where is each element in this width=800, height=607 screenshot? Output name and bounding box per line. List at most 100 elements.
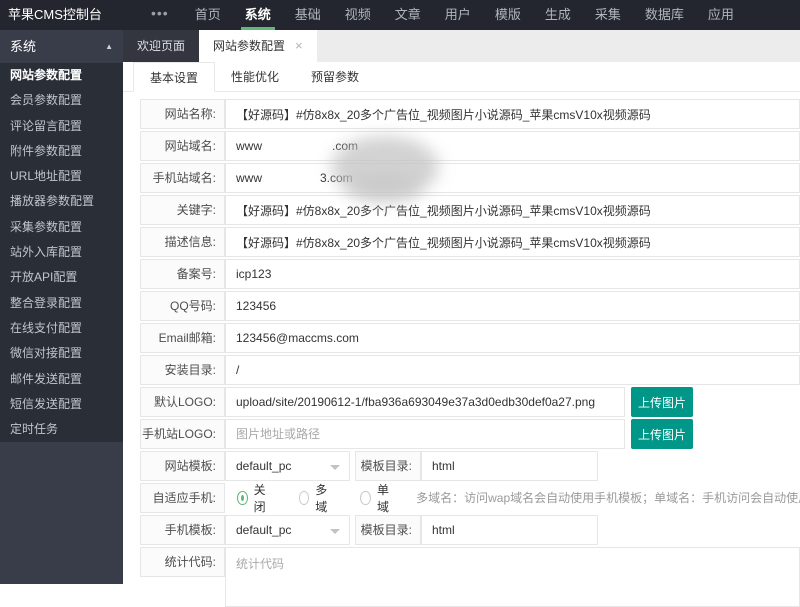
subtab-performance[interactable]: 性能优化 <box>215 62 295 91</box>
qq-input[interactable] <box>225 291 800 321</box>
site-template-label: 网站模板: <box>140 451 225 481</box>
site-domain-input[interactable]: www .com <box>225 131 800 161</box>
site-template-select[interactable]: default_pc <box>225 451 350 481</box>
nav-item-template[interactable]: 模版 <box>483 0 533 30</box>
site-domain-suffix: .com <box>332 139 359 153</box>
site-template-dir-input[interactable] <box>421 451 598 481</box>
sidebar-item-cron-task[interactable]: 定时任务 <box>0 417 123 442</box>
form-row-wap-logo: 手机站LOGO: 上传图片 <box>140 419 800 449</box>
radio-unchecked-icon <box>360 491 371 505</box>
sidebar-item-collect-config[interactable]: 采集参数配置 <box>0 215 123 240</box>
wap-template-select[interactable]: default_pc <box>225 515 350 545</box>
nav-item-user[interactable]: 用户 <box>433 0 483 30</box>
icp-label: 备案号: <box>140 259 225 289</box>
radio-single-label: 单域 <box>376 483 389 514</box>
page-tabbar: 欢迎页面 网站参数配置 × <box>123 30 800 62</box>
nav-item-article[interactable]: 文章 <box>383 0 433 30</box>
sidebar-group-system[interactable]: 系统 ▲ <box>0 30 123 63</box>
sidebar-item-sms-config[interactable]: 短信发送配置 <box>0 392 123 417</box>
adaptive-mobile-label: 自适应手机: <box>140 483 225 513</box>
wap-logo-label: 手机站LOGO: <box>140 419 225 449</box>
tab-site-config[interactable]: 网站参数配置 × <box>199 30 317 62</box>
form-row-qq: QQ号码: <box>140 291 800 321</box>
default-logo-input[interactable] <box>225 387 625 417</box>
site-domain-prefix: www <box>236 139 262 153</box>
tab-welcome[interactable]: 欢迎页面 <box>123 30 200 62</box>
sidebar-item-url-config[interactable]: URL地址配置 <box>0 164 123 189</box>
description-input[interactable] <box>225 227 800 257</box>
sidebar-item-comment-config[interactable]: 评论留言配置 <box>0 114 123 139</box>
stats-code-textarea[interactable] <box>225 547 800 607</box>
form-row-icp: 备案号: <box>140 259 800 289</box>
qq-label: QQ号码: <box>140 291 225 321</box>
nav-item-collect[interactable]: 采集 <box>583 0 633 30</box>
site-name-input[interactable] <box>225 99 800 129</box>
sidebar-item-open-api-config[interactable]: 开放API配置 <box>0 265 123 290</box>
sidebar-item-member-config[interactable]: 会员参数配置 <box>0 88 123 113</box>
email-input[interactable] <box>225 323 800 353</box>
form-row-keywords: 关键字: <box>140 195 800 225</box>
icp-input[interactable] <box>225 259 800 289</box>
sidebar-item-player-config[interactable]: 播放器参数配置 <box>0 189 123 214</box>
form-row-email: Email邮箱: <box>140 323 800 353</box>
adaptive-radio-group: 关闭 多域 单域 <box>225 481 394 515</box>
stats-code-label: 统计代码: <box>140 547 225 577</box>
nav-item-generate[interactable]: 生成 <box>533 0 583 30</box>
default-logo-label: 默认LOGO: <box>140 387 225 417</box>
sidebar-item-site-config[interactable]: 网站参数配置 <box>0 63 123 88</box>
form-row-stats-code: 统计代码: <box>140 547 800 607</box>
sidebar-item-payment-config[interactable]: 在线支付配置 <box>0 316 123 341</box>
wap-template-dir-label: 模板目录: <box>355 515 421 545</box>
radio-off-label: 关闭 <box>253 483 266 514</box>
description-label: 描述信息: <box>140 227 225 257</box>
nav-item-app[interactable]: 应用 <box>696 0 746 30</box>
radio-option-multi-domain[interactable]: 多域 <box>298 481 333 515</box>
keywords-label: 关键字: <box>140 195 225 225</box>
sidebar-group-label: 系统 <box>10 39 37 54</box>
wap-template-value: default_pc <box>236 523 292 537</box>
settings-subtabs: 基本设置 性能优化 预留参数 <box>123 62 800 92</box>
site-domain-label: 网站域名: <box>140 131 225 161</box>
collapse-up-icon: ▲ <box>105 42 113 51</box>
form-row-install-dir: 安装目录: <box>140 355 800 385</box>
sidebar-item-attachment-config[interactable]: 附件参数配置 <box>0 139 123 164</box>
wap-domain-prefix: www <box>236 171 262 185</box>
install-dir-input[interactable] <box>225 355 800 385</box>
form-row-adaptive-mobile: 自适应手机: 关闭 多域 单域 多域名：访问wap域名会自动使用手机模板；单域名… <box>140 481 800 515</box>
topbar: 苹果CMS控制台 ••• 首页 系统 基础 视频 文章 用户 模版 生成 采集 … <box>0 0 800 30</box>
wap-template-label: 手机模板: <box>140 515 225 545</box>
form-row-site-template: 网站模板: default_pc 模板目录: <box>140 451 800 481</box>
keywords-input[interactable] <box>225 195 800 225</box>
site-template-value: default_pc <box>236 459 292 473</box>
tab-site-config-label: 网站参数配置 <box>213 39 286 53</box>
nav-item-system[interactable]: 系统 <box>233 0 283 30</box>
nav-item-video[interactable]: 视频 <box>333 0 383 30</box>
sidebar-item-external-store-config[interactable]: 站外入库配置 <box>0 240 123 265</box>
chevron-down-icon <box>330 465 340 470</box>
subtab-basic-settings[interactable]: 基本设置 <box>133 62 216 92</box>
nav-item-basic[interactable]: 基础 <box>283 0 333 30</box>
sidebar-item-mail-config[interactable]: 邮件发送配置 <box>0 367 123 392</box>
form-row-site-domain: 网站域名: www .com <box>140 131 800 161</box>
wap-template-dir-input[interactable] <box>421 515 598 545</box>
subtab-reserved-params[interactable]: 预留参数 <box>295 62 375 91</box>
form-row-site-name: 网站名称: <box>140 99 800 129</box>
wap-logo-input[interactable] <box>225 419 625 449</box>
chevron-down-icon <box>330 529 340 534</box>
radio-option-off[interactable]: 关闭 <box>237 481 271 515</box>
sidebar-item-oauth-config[interactable]: 整合登录配置 <box>0 291 123 316</box>
close-tab-icon[interactable]: × <box>295 30 303 62</box>
install-dir-label: 安装目录: <box>140 355 225 385</box>
form-row-default-logo: 默认LOGO: 上传图片 <box>140 387 800 417</box>
nav-item-home[interactable]: 首页 <box>183 0 233 30</box>
sidebar-menu: 网站参数配置 会员参数配置 评论留言配置 附件参数配置 URL地址配置 播放器参… <box>0 63 123 443</box>
radio-unchecked-icon <box>298 491 310 505</box>
more-menu-icon[interactable]: ••• <box>137 0 183 30</box>
sidebar-item-wechat-config[interactable]: 微信对接配置 <box>0 341 123 366</box>
wap-domain-input[interactable]: www 3.com <box>225 163 800 193</box>
form-row-wap-domain: 手机站域名: www 3.com <box>140 163 800 193</box>
nav-item-database[interactable]: 数据库 <box>633 0 696 30</box>
radio-option-single-domain[interactable]: 单域 <box>360 481 394 515</box>
upload-wap-logo-button[interactable]: 上传图片 <box>631 419 693 449</box>
upload-logo-button[interactable]: 上传图片 <box>631 387 693 417</box>
